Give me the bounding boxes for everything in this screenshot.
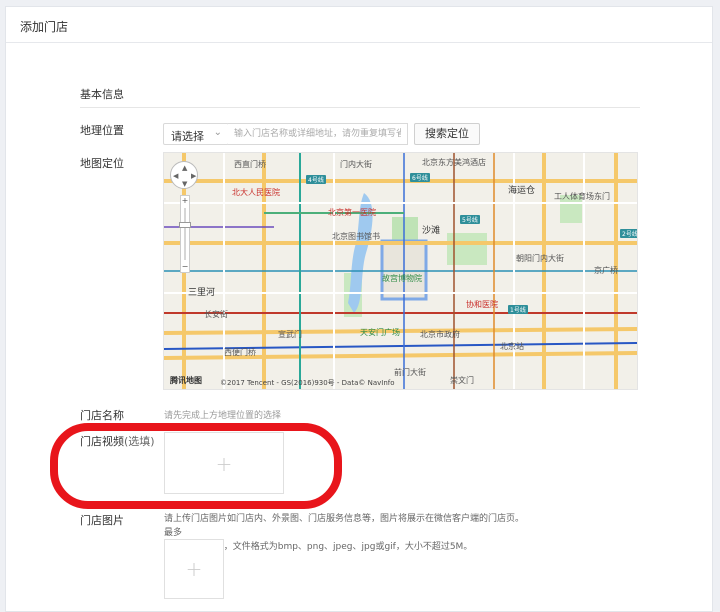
optional-tag: (选填) [124, 435, 155, 448]
map-label: 门内大街 [340, 160, 372, 169]
map-label: 海运仓 [508, 186, 536, 196]
store-name-hint: 请先完成上方地理位置的选择 [164, 411, 282, 421]
map-location-label: 地图定位 [80, 157, 124, 170]
map-label: 北京图书馆书 [332, 232, 380, 241]
store-video-label: 门店视频(选填) [80, 433, 155, 449]
map-label: 崇文门 [450, 376, 474, 385]
store-video-label-text: 门店视频 [80, 435, 124, 448]
map-label: 北京站 [500, 342, 524, 351]
map-label: 北京市政府 [420, 330, 460, 339]
map-label: 朝阳门内大街 [516, 254, 564, 263]
chevron-down-icon: ⌄ [213, 127, 222, 138]
page-title: 添加门店 [20, 20, 69, 34]
province-select[interactable]: 请选择 ⌄ [163, 123, 229, 145]
map-label: 京广桥 [594, 266, 618, 275]
map-label: 协和医院 [466, 300, 498, 309]
zoom-in-icon[interactable]: + [181, 196, 189, 206]
map-label: 故宫博物院 [382, 274, 422, 283]
province-select-value: 请选择 [171, 130, 204, 143]
search-location-button[interactable]: 搜索定位 [414, 123, 480, 145]
map-label: 西便门桥 [224, 348, 256, 357]
metro-line-badge: 4号线 [306, 175, 326, 184]
map-label: 长安街 [204, 310, 228, 319]
map-label: 北京东方美鸿酒店 [422, 158, 486, 167]
map-copyright: ©2017 Tencent - GS(2016)930号 - Data© Nav… [220, 379, 395, 387]
map-label: 前门大街 [394, 368, 426, 377]
map-label: 沙滩 [422, 226, 441, 236]
location-label: 地理位置 [80, 124, 124, 137]
card-header: 添加门店 [6, 7, 712, 43]
zoom-control[interactable]: + − [179, 195, 191, 273]
zoom-track [184, 208, 186, 260]
map-view[interactable]: ▲ ▼ ◀ ▶ + − 西直门桥 门内大街 北京东方美鸿酒店 海运仓 北大人民医… [163, 152, 638, 390]
section-title: 基本信息 [80, 88, 124, 101]
map-label: 西直门桥 [234, 160, 266, 169]
metro-line-badge: 2号线 [620, 229, 638, 238]
pan-control[interactable]: ▲ ▼ ◀ ▶ [170, 161, 198, 189]
zoom-out-icon[interactable]: − [181, 262, 189, 272]
zoom-handle[interactable] [179, 222, 191, 228]
plus-icon: + [185, 557, 203, 581]
map-label: 三里河 [188, 288, 216, 298]
map-label: 天安门广场 [360, 328, 400, 337]
store-photos-label: 门店图片 [80, 514, 124, 527]
photo-upload-button[interactable]: + [164, 539, 224, 599]
map-label: 北京第一医院 [328, 208, 376, 217]
store-name-label: 门店名称 [80, 409, 124, 422]
video-upload-button[interactable]: + [164, 432, 284, 494]
metro-line-badge: 5号线 [460, 215, 480, 224]
metro-line-badge: 6号线 [410, 173, 430, 182]
tencent-map-logo: 腾讯地图 [170, 376, 202, 385]
metro-line-badge: 1号线 [508, 305, 528, 314]
map-label: 宣武门 [278, 330, 302, 339]
add-store-card: 添加门店 基本信息 地理位置 请选择 ⌄ 搜索定位 地图定位 [5, 6, 713, 612]
description-line: 请上传门店图片如门店内、外景图、门店服务信息等，图片将展示在微信客户端的门店页。… [164, 514, 525, 538]
plus-icon: + [215, 452, 233, 476]
map-label: 工人体育场东门 [554, 192, 610, 201]
map-label: 北大人民医院 [232, 188, 280, 197]
section-divider [80, 107, 640, 108]
address-input[interactable] [228, 123, 408, 145]
